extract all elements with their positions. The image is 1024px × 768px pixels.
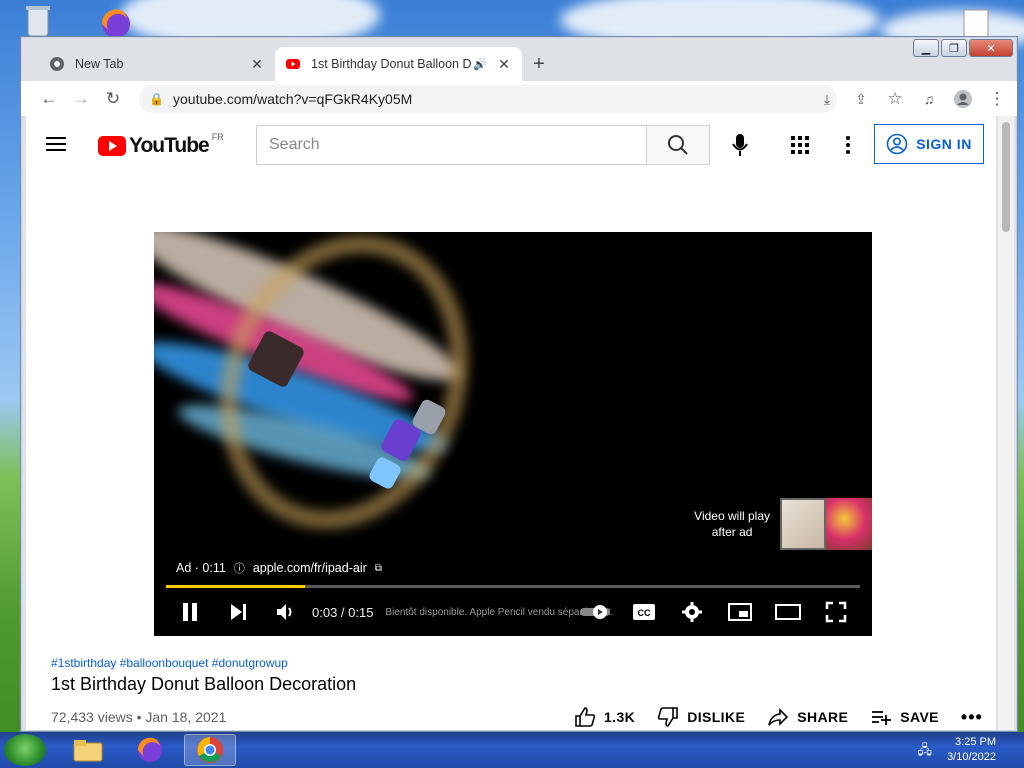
- sign-in-button[interactable]: SIGN IN: [874, 124, 984, 164]
- add-to-playlist-icon: [872, 711, 892, 725]
- theater-mode-icon[interactable]: [764, 594, 812, 630]
- settings-menu-icon[interactable]: [832, 129, 864, 161]
- save-button[interactable]: SAVE: [870, 706, 939, 728]
- like-button[interactable]: 1.3K: [574, 706, 635, 728]
- page-scrollbar[interactable]: [998, 116, 1014, 730]
- forward-icon[interactable]: →: [65, 85, 97, 113]
- youtube-play-icon: [98, 136, 126, 156]
- video-actions: 1.3K DISLIKE SHARE SAVE •••: [574, 706, 983, 728]
- folder-icon: [73, 740, 103, 762]
- scrollbar-thumb[interactable]: [1002, 122, 1010, 232]
- dislike-button[interactable]: DISLIKE: [657, 706, 745, 728]
- player-right-controls: CC: [572, 594, 860, 630]
- share-page-icon[interactable]: ⇪: [845, 85, 877, 113]
- media-control-icon[interactable]: ♫: [913, 85, 945, 113]
- video-player[interactable]: Video will play after ad Ad · 0:11 ⓘ app…: [154, 232, 872, 636]
- video-hashtags[interactable]: #1stbirthday #balloonbouquet #donutgrowu…: [51, 656, 288, 670]
- taskbar: 🖧 3:25 PM 3/10/2022: [0, 732, 1024, 768]
- dislike-label: DISLIKE: [687, 709, 746, 725]
- svg-text:CC: CC: [638, 608, 651, 618]
- ad-label: Ad · 0:11: [176, 561, 226, 575]
- time-display: 0:03 / 0:15: [312, 604, 374, 620]
- taskbar-firefox[interactable]: [124, 734, 176, 766]
- address-bar[interactable]: 🔒 youtube.com/watch?v=qFGkR4Ky05M: [139, 85, 837, 113]
- search-button[interactable]: [646, 125, 710, 165]
- bookmark-star-icon[interactable]: ☆: [879, 85, 911, 113]
- microphone-icon[interactable]: [724, 129, 756, 161]
- network-icon[interactable]: 🖧: [918, 741, 933, 763]
- clock-date: 3/10/2022: [947, 751, 996, 763]
- progress-fill: [166, 585, 305, 588]
- search-placeholder: Search: [269, 136, 320, 153]
- apps-grid-icon[interactable]: [784, 129, 816, 161]
- system-clock[interactable]: 3:25 PM 3/10/2022: [947, 735, 996, 765]
- player-controls: 0:03 / 0:15 Bientôt disponible. Apple Pe…: [166, 594, 860, 630]
- close-tab-icon[interactable]: ✕: [249, 56, 265, 73]
- share-label: SHARE: [797, 709, 849, 725]
- chrome-icon: [197, 737, 223, 763]
- next-video-thumbnail: [780, 498, 872, 550]
- youtube-icon: [286, 59, 300, 69]
- url-text: youtube.com/watch?v=qFGkR4Ky05M: [173, 91, 413, 107]
- tab-title: 1st Birthday Donut Balloon D: [311, 57, 472, 71]
- fullscreen-icon[interactable]: [812, 594, 860, 630]
- sign-in-label: SIGN IN: [916, 136, 972, 152]
- save-label: SAVE: [900, 709, 939, 725]
- hamburger-menu-icon[interactable]: [46, 130, 74, 158]
- taskbar-chrome[interactable]: [184, 734, 236, 766]
- browser-toolbar: ← → ↻ 🔒 youtube.com/watch?v=qFGkR4Ky05M …: [21, 81, 1017, 117]
- settings-gear-icon[interactable]: [668, 594, 716, 630]
- youtube-logo[interactable]: YouTube FR: [98, 132, 224, 158]
- firefox-icon: [137, 737, 162, 762]
- audio-playing-icon[interactable]: 🔊: [472, 58, 488, 71]
- youtube-header: YouTube FR Search SIGN IN: [26, 116, 996, 172]
- more-actions-icon[interactable]: •••: [961, 707, 983, 728]
- next-icon[interactable]: [214, 594, 262, 630]
- search-icon: [668, 135, 688, 155]
- volume-icon[interactable]: [262, 594, 310, 630]
- ad-info: Ad · 0:11 ⓘ apple.com/fr/ipad-air ⧉: [176, 560, 382, 576]
- ad-link[interactable]: apple.com/fr/ipad-air: [253, 561, 367, 575]
- share-button[interactable]: SHARE: [767, 706, 848, 728]
- tab-youtube-video[interactable]: 1st Birthday Donut Balloon D 🔊 ✕: [275, 47, 522, 81]
- lock-icon: 🔒: [149, 92, 164, 106]
- thumbs-down-icon: [658, 707, 678, 727]
- tab-bar: New Tab ✕ 1st Birthday Donut Balloon D 🔊…: [21, 37, 1017, 81]
- next-text-line-1: Video will play: [694, 509, 770, 523]
- share-arrow-icon: [768, 708, 789, 726]
- start-button[interactable]: [4, 734, 46, 766]
- region-code: FR: [211, 132, 224, 142]
- video-view-info: 72,433 views • Jan 18, 2021: [51, 709, 227, 725]
- logo-text: YouTube: [129, 134, 210, 157]
- progress-bar[interactable]: [166, 585, 860, 588]
- taskbar-explorer[interactable]: [62, 734, 114, 766]
- captions-icon[interactable]: CC: [620, 594, 668, 630]
- video-title: 1st Birthday Donut Balloon Decoration: [51, 674, 357, 694]
- close-tab-icon[interactable]: ✕: [496, 56, 512, 73]
- autoplay-toggle-icon[interactable]: [572, 594, 620, 630]
- miniplayer-icon[interactable]: [716, 594, 764, 630]
- search-input[interactable]: Search: [256, 125, 648, 165]
- clock-time: 3:25 PM: [955, 736, 996, 748]
- info-icon[interactable]: ⓘ: [234, 560, 245, 576]
- install-app-icon[interactable]: ⤓: [811, 85, 843, 113]
- chrome-icon: [50, 57, 64, 71]
- new-tab-button[interactable]: +: [526, 51, 552, 77]
- browser-menu-icon[interactable]: ⋮: [981, 85, 1013, 113]
- reload-icon[interactable]: ↻: [97, 85, 129, 113]
- youtube-page: YouTube FR Search SIGN IN Video will pla…: [26, 116, 996, 730]
- pause-icon[interactable]: [166, 594, 214, 630]
- tab-title: New Tab: [75, 57, 124, 71]
- account-icon: [886, 133, 908, 155]
- thumbs-up-icon: [575, 707, 596, 727]
- tab-new-tab[interactable]: New Tab ✕: [39, 47, 275, 81]
- next-video-preview[interactable]: Video will play after ad: [694, 498, 872, 550]
- external-link-icon: ⧉: [374, 562, 382, 574]
- toolbar-actions: ⤓ ⇪ ☆ ♫ ⋮: [811, 85, 1013, 113]
- profile-icon[interactable]: [947, 85, 979, 113]
- back-icon[interactable]: ←: [33, 85, 65, 113]
- next-video-text: Video will play after ad: [694, 508, 770, 540]
- next-text-line-2: after ad: [711, 525, 753, 539]
- like-count: 1.3K: [604, 709, 636, 725]
